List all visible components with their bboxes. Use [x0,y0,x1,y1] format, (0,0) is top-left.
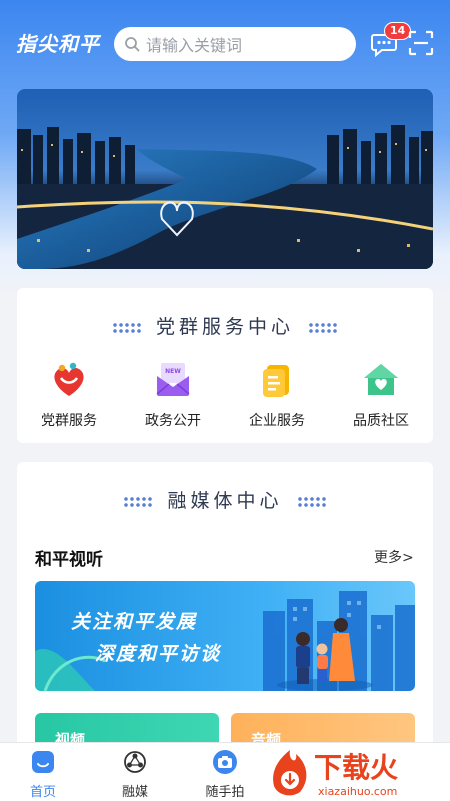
app-logo: 指尖和平 [16,32,100,56]
new-envelope-icon: NEW [156,363,190,396]
watermark-logo: 下载火 xiazaihuo.com [273,750,398,798]
city-banner[interactable] [17,89,433,269]
tab-label: 随手拍 [205,785,245,800]
search-input[interactable]: 请输入关键词 [114,27,356,61]
promo-banner[interactable]: 关注和平发展 深度和平访谈 [35,581,415,691]
media-hub-icon [124,751,146,773]
promo-line-2: 深度和平访谈 [95,643,222,665]
tab-label: 融媒 [121,785,148,800]
home-heart-icon [364,364,398,395]
camera-icon [213,750,237,774]
document-icon [263,365,289,397]
decor-dots-left [123,496,154,508]
service-gov[interactable]: NEW 政务公开 [121,360,225,430]
promo-line-1: 关注和平发展 [71,611,198,633]
tab-media[interactable]: 融媒 [100,749,170,800]
service-enterprise[interactable]: 企业服务 [225,360,329,430]
service-party[interactable]: 党群服务 [17,360,121,430]
party-section-header: 党群服务中心 [17,312,433,339]
service-community[interactable]: 品质社区 [329,360,433,430]
search-placeholder: 请输入关键词 [146,36,243,55]
media-subheading: 和平视听 [35,550,103,570]
city-night-image [17,89,433,269]
decor-dots-left [111,322,142,334]
search-icon [125,37,140,52]
heart-people-icon [54,362,84,396]
service-label: 政务公开 [145,413,201,429]
media-section-title: 融媒体中心 [167,490,283,512]
decor-dots-right [296,496,327,508]
tab-home[interactable]: 首页 [8,749,78,800]
tab-label: 首页 [29,785,56,800]
scan-icon[interactable] [408,30,434,56]
media-section-header: 融媒体中心 [17,486,433,513]
decor-dots-right [308,322,338,334]
party-service-card: 党群服务中心 党群服务 NEW 政务公开 企业服务 品质社区 [17,288,433,443]
service-label: 企业服务 [249,413,305,429]
home-icon [32,751,54,773]
svg-text:NEW: NEW [165,368,181,375]
party-section-title: 党群服务中心 [155,316,294,338]
watermark-url: xiazaihuo.com [318,785,397,798]
promo-illustration [35,591,415,691]
watermark-text: 下载火 [314,751,398,784]
service-label: 党群服务 [41,413,97,429]
more-link[interactable]: 更多> [374,547,414,567]
service-label: 品质社区 [353,413,409,429]
tab-snapshot[interactable]: 随手拍 [190,749,260,800]
